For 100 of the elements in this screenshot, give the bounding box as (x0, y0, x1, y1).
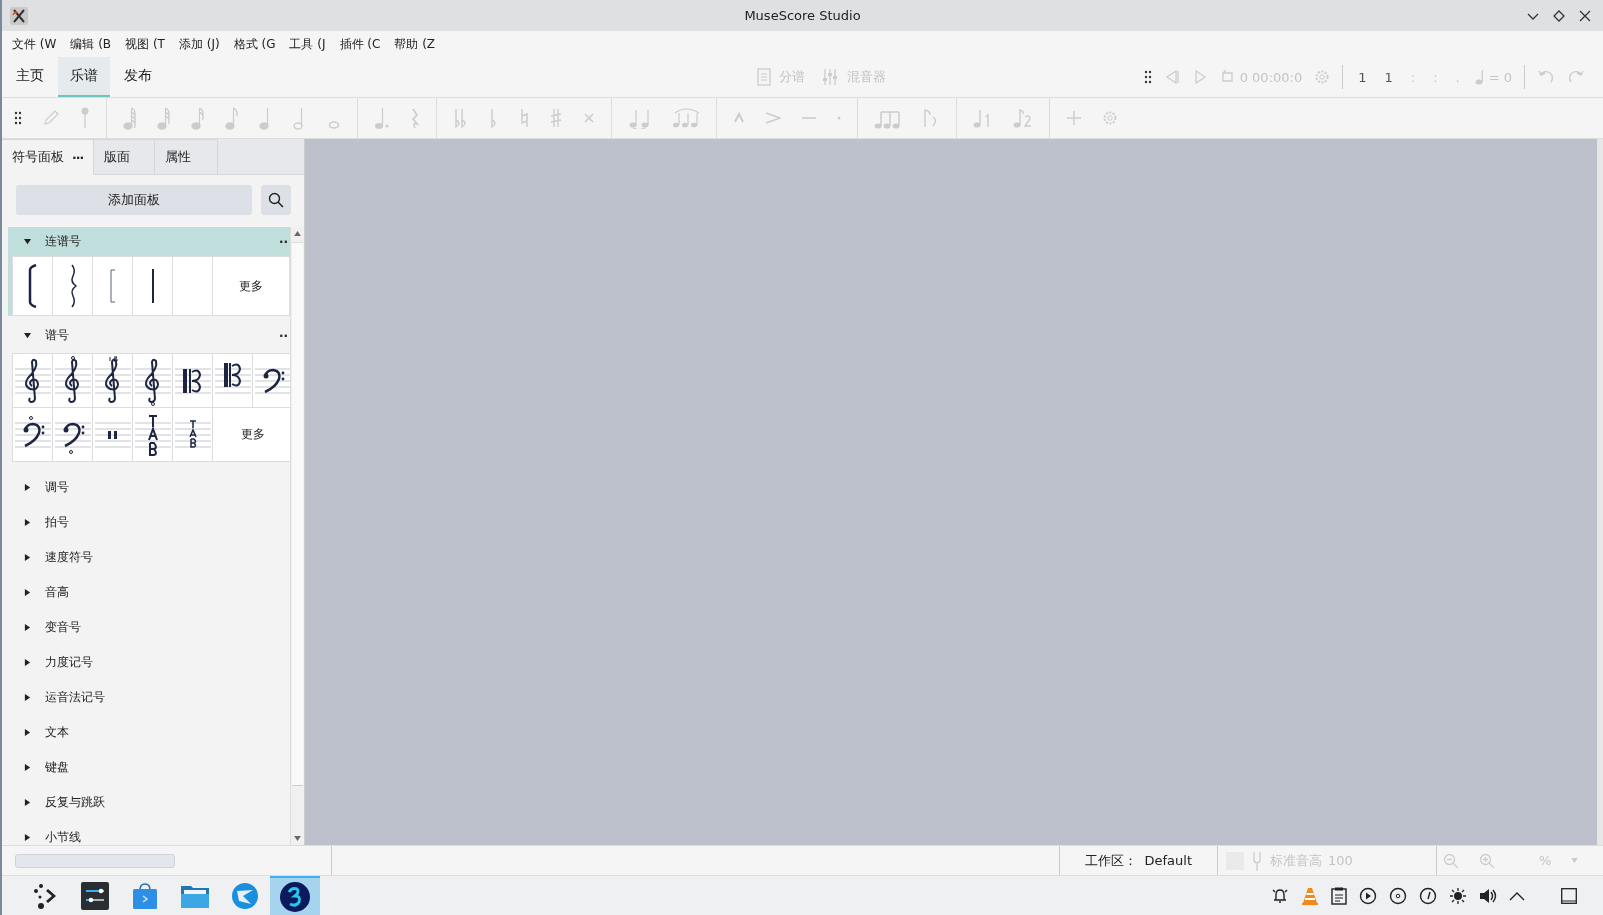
chevron-up-icon[interactable] (1509, 890, 1525, 901)
palette-cell[interactable] (213, 354, 252, 407)
collapsed-arrow-icon[interactable] (24, 554, 31, 561)
palette-header[interactable]: 文本 (10, 715, 290, 750)
panel-tab[interactable]: 符号面板 ··· (2, 139, 95, 175)
scrollbar-thumb[interactable] (292, 242, 303, 786)
palette-header[interactable]: 键盘 (10, 750, 290, 785)
palette-header[interactable]: 小节线 (10, 820, 290, 845)
zoom-unit: % (1539, 853, 1552, 868)
collapsed-arrow-icon[interactable] (24, 589, 31, 596)
disc-icon[interactable] (1389, 886, 1407, 905)
search-button[interactable] (261, 185, 291, 215)
menu-item[interactable]: 插件 (C (337, 35, 388, 53)
palette-cell[interactable] (133, 408, 172, 461)
speaker-icon[interactable] (1479, 886, 1497, 905)
collapsed-arrow-icon[interactable] (24, 659, 31, 666)
line-icon (150, 269, 155, 303)
quarter-note-icon (1474, 69, 1485, 85)
menu-item[interactable]: 帮助 (Z (392, 35, 443, 53)
tab[interactable]: 乐谱 (58, 57, 110, 97)
palette-title: 运音法记号 (45, 689, 105, 706)
menu-item[interactable]: 文件 (W (10, 35, 64, 53)
drag-handle-icon[interactable] (1143, 70, 1152, 84)
palette-cell[interactable] (173, 354, 212, 407)
palette-cell[interactable] (13, 257, 52, 315)
palette-header[interactable]: 变音号 (10, 610, 290, 645)
palette-header[interactable]: 反复与跳跃 (10, 785, 290, 820)
collapsed-arrow-icon[interactable] (24, 764, 31, 771)
more-menu[interactable]: ·· (278, 234, 290, 249)
dotted-note-icon[interactable] (374, 106, 390, 130)
traffic-cone-icon[interactable] (1301, 886, 1319, 905)
menu-item[interactable]: 编辑 (B (68, 35, 119, 53)
scroll-down-icon[interactable] (294, 836, 301, 841)
gauge-icon[interactable] (1419, 886, 1437, 905)
collapsed-arrow-icon[interactable] (24, 799, 31, 806)
maximize-icon[interactable] (1553, 9, 1565, 22)
alarm-bell-icon[interactable] (1271, 886, 1289, 905)
more-menu[interactable]: ·· (278, 328, 290, 343)
more-button[interactable]: 更多 (213, 408, 292, 461)
sliders-icon (81, 881, 109, 910)
palette-cell[interactable] (253, 354, 292, 407)
palette-cell[interactable] (53, 257, 92, 315)
collapsed-arrow-icon[interactable] (24, 624, 31, 631)
add-palette-button[interactable]: 添加面板 (16, 185, 252, 215)
tab-label[interactable]: 属性 (165, 148, 192, 166)
menu-item[interactable]: 视图 (T (123, 35, 172, 53)
palette-header[interactable]: 拍号 (10, 505, 290, 540)
taskbar-item[interactable] (270, 876, 320, 915)
expanded-arrow-icon[interactable] (24, 238, 31, 245)
palette-cell[interactable] (133, 354, 172, 407)
play-icon[interactable] (1359, 886, 1377, 905)
palette-header[interactable]: 力度记号 (10, 645, 290, 680)
expanded-arrow-icon[interactable] (24, 332, 31, 339)
tab-label[interactable]: 版面 (104, 148, 131, 166)
palette-cell[interactable] (53, 354, 92, 407)
panel-tab[interactable]: 属性 (155, 139, 219, 175)
palette-cell[interactable] (53, 408, 92, 461)
palette-cell[interactable] (93, 354, 132, 407)
tab[interactable]: 主页 (4, 57, 56, 97)
palette-cell[interactable] (133, 257, 172, 315)
drag-handle-icon[interactable] (14, 111, 22, 125)
collapsed-arrow-icon[interactable] (24, 694, 31, 701)
position-display: . (1455, 69, 1460, 85)
palette-header[interactable]: 速度符号 (10, 540, 290, 575)
menu-item[interactable]: 工具 (J (287, 35, 333, 53)
collapsed-arrow-icon[interactable] (24, 729, 31, 736)
palette-title: 连谱号 (45, 233, 81, 250)
scroll-up-icon[interactable] (294, 231, 301, 236)
panel-tab[interactable]: 版面 (94, 139, 156, 175)
more-menu[interactable]: ··· (72, 149, 84, 165)
show-desktop-icon[interactable] (1561, 887, 1577, 904)
bracket-icon (26, 264, 39, 308)
palette-header[interactable]: 谱号 ·· (10, 318, 290, 353)
collapsed-arrow-icon[interactable] (24, 834, 31, 841)
brightness-icon[interactable] (1449, 886, 1467, 905)
tab-label[interactable]: 符号面板 (12, 148, 64, 166)
shopping-bag-icon (132, 881, 158, 910)
palette-cell[interactable] (173, 257, 212, 315)
workspace-name[interactable]: Default (1144, 853, 1192, 868)
palette-header[interactable]: 连谱号 ·· (10, 227, 290, 256)
collapsed-arrow-icon[interactable] (24, 519, 31, 526)
palette-cell[interactable] (93, 408, 132, 461)
palette-header[interactable]: 运音法记号 (10, 680, 290, 715)
palette-cell[interactable] (93, 257, 132, 315)
horizontal-scrollbar[interactable] (15, 853, 175, 868)
menu-item[interactable]: 格式 (G (231, 35, 283, 53)
palette-cell[interactable] (13, 408, 52, 461)
search-icon (268, 192, 284, 208)
collapsed-arrow-icon[interactable] (24, 484, 31, 491)
palette-cell[interactable] (13, 354, 52, 407)
palette-header[interactable]: 音高 (10, 575, 290, 610)
palette-cell[interactable] (173, 408, 212, 461)
close-icon[interactable] (1579, 9, 1591, 22)
palette-title: 调号 (45, 479, 69, 496)
tab[interactable]: 发布 (112, 57, 164, 97)
clipboard-icon[interactable] (1331, 886, 1347, 905)
palette-title: 力度记号 (45, 654, 93, 671)
palette-header[interactable]: 调号 (10, 470, 290, 505)
menu-item[interactable]: 添加 (J) (176, 35, 227, 53)
more-button[interactable]: 更多 (213, 257, 289, 315)
